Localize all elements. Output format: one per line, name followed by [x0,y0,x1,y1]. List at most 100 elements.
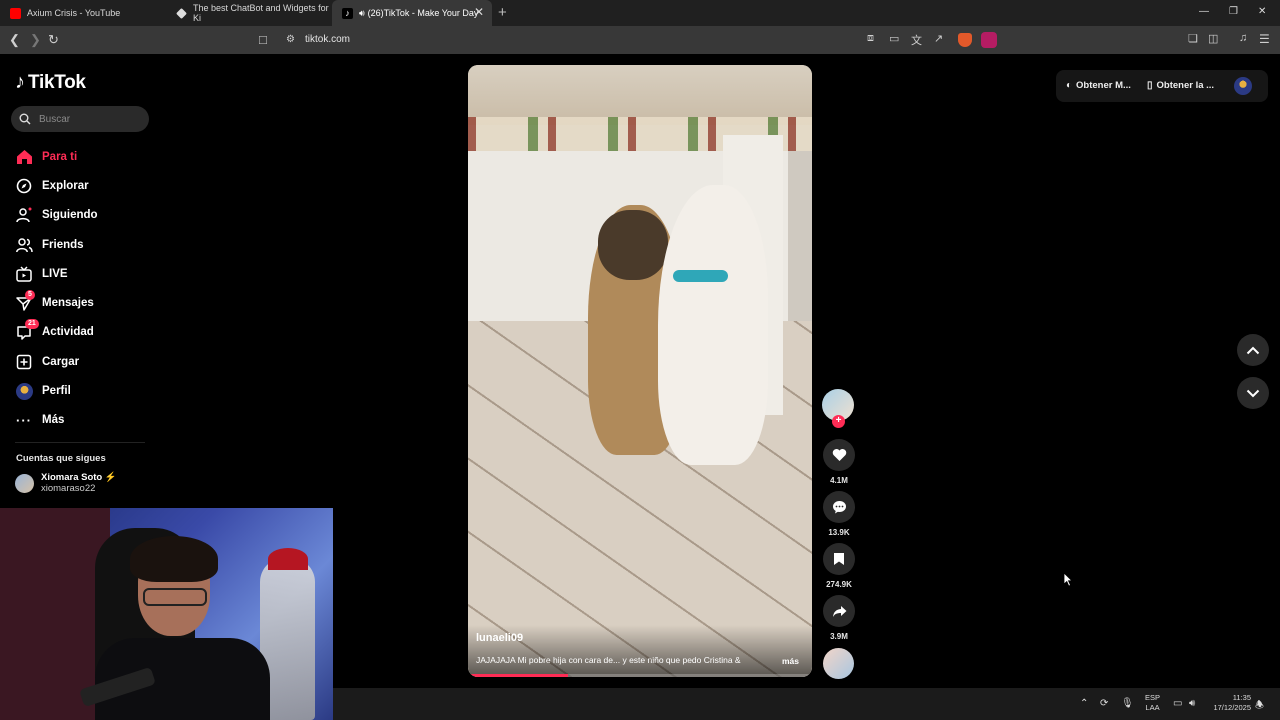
follow-plus-icon[interactable]: + [832,415,845,428]
media-icon[interactable]: ♫ [1239,32,1247,44]
close-window-icon[interactable]: ✕ [1258,6,1266,17]
brave-rewards-icon[interactable] [981,32,997,48]
extensions-icon[interactable]: ❏ [1188,32,1198,45]
video-dog-collar [673,270,728,282]
share-count: 3.9M [830,632,848,641]
friends-icon [15,236,33,254]
video-dog-white [658,185,768,465]
nav-item-mensajes[interactable]: 5 Mensajes [15,288,155,317]
browser-tab-strip: Axium Crisis - YouTube The best ChatBot … [0,0,1280,26]
sync-icon[interactable]: ⟳ [1100,698,1108,709]
translate-icon[interactable]: 文 [911,32,922,48]
restore-icon[interactable]: ❐ [1229,6,1238,17]
nav-label: Mensajes [42,297,94,310]
language-indicator[interactable]: ESP LAA [1145,693,1160,713]
activity-badge: 21 [25,319,39,330]
display-icon[interactable]: ▭ [1173,698,1182,709]
nav-label: LIVE [42,267,68,280]
minimize-icon[interactable]: — [1199,6,1209,17]
tiktok-logo[interactable]: ♪ TikTok [15,71,86,94]
activity-icon: 21 [15,319,39,341]
chevron-up-icon [1246,346,1260,354]
site-info-icon[interactable]: ⚙ [286,34,295,45]
video-counter-top [468,65,812,125]
share-button[interactable] [823,595,855,627]
music-disc[interactable] [823,648,854,679]
tiktok-note-icon: ♪ [15,71,25,93]
next-video-button[interactable] [1237,377,1269,409]
nav-item-siguiendo[interactable]: Siguiendo [15,201,155,230]
microphone-icon[interactable]: 🎙︎ [1121,698,1134,709]
address-bar[interactable]: tiktok.com [305,34,350,45]
tray-expand-icon[interactable]: ⌃ [1080,698,1088,709]
previous-video-button[interactable] [1237,334,1269,366]
comment-button[interactable] [823,491,855,523]
nav-label: Para ti [42,150,78,163]
coin-icon: ◐ [1066,80,1073,91]
nav-label: Cargar [42,355,80,368]
brave-shield-icon[interactable] [958,33,972,47]
heart-icon [832,449,846,461]
language-code: ESP [1145,693,1161,702]
webcam-overlay [0,508,333,720]
menu-icon[interactable]: ☰ [1259,32,1270,46]
nav-item-perfil[interactable]: Perfil [15,376,155,405]
messages-icon: 5 [15,290,35,312]
windows-taskbar: ⌃ ⟳ 🎙︎ ▭ 🔊︎ 🕭︎ [333,688,1280,720]
mouse-cursor-icon [1063,572,1073,587]
tab-chatbot[interactable]: The best ChatBot and Widgets for Ki [166,0,332,26]
user-avatar[interactable] [1234,77,1252,95]
video-username[interactable]: lunaeli09 [476,632,523,644]
more-icon: ··· [16,412,32,428]
pip-icon[interactable]: ⧈ [867,32,874,45]
search-input[interactable] [37,112,137,126]
search-box[interactable] [11,106,149,132]
save-count: 274.9K [826,580,852,589]
sidebar-toggle-icon[interactable]: ◫ [1208,32,1218,45]
following-account-item[interactable]: Xiomara Soto ⚡ xiomaraso22 [15,472,117,494]
nav-item-cargar[interactable]: Cargar [15,347,155,376]
close-tab-icon[interactable]: ✕ [474,5,484,19]
phone-icon: ▯ [1147,80,1153,91]
notification-icon[interactable]: 🕭︎ [1255,698,1264,715]
profile-avatar [15,382,33,400]
live-icon [15,265,33,283]
sidebar-divider [15,442,145,443]
nav-item-para-ti[interactable]: Para ti [15,142,155,171]
video-player[interactable]: lunaeli09 JAJAJAJA Mi pobre hija con car… [468,65,812,677]
webcam-hair [130,536,218,582]
reload-icon[interactable]: ↻ [48,32,59,48]
tab-youtube[interactable]: Axium Crisis - YouTube [0,0,166,26]
get-app-button[interactable]: ▯ Obtener la ... [1147,80,1214,91]
comment-count: 13.9K [828,528,850,537]
nav-label: Friends [42,238,84,251]
volume-icon[interactable]: 🔊︎ [1189,698,1195,709]
nav-item-actividad[interactable]: 21 Actividad [15,318,155,347]
nav-item-friends[interactable]: Friends [15,230,155,259]
youtube-icon [10,7,21,19]
taskbar-clock[interactable]: 11:35 17/12/2025 [1203,693,1251,713]
like-button[interactable] [823,439,855,471]
new-tab-button[interactable]: + [498,4,507,21]
nav-label: Siguiendo [42,209,98,222]
tab-tiktok[interactable]: ♪ 🔊︎ (26)TikTok - Make Your Day ✕ [332,0,492,26]
get-app-label: Obtener la ... [1156,80,1215,91]
video-progress-fill [468,674,568,677]
save-button[interactable] [823,543,855,575]
nav-item-live[interactable]: LIVE [15,259,155,288]
caption-more-link[interactable]: más [782,656,799,666]
nav-item-mas[interactable]: ··· Más [15,406,155,435]
cast-icon[interactable]: ▭ [889,32,899,45]
share-icon[interactable]: ↗ [934,32,943,45]
home-icon [15,148,33,166]
nav-item-explorar[interactable]: Explorar [15,171,155,200]
following-icon [15,206,33,224]
get-coins-button[interactable]: ◐ Obtener M... [1066,80,1131,91]
back-icon[interactable]: ❮ [9,32,20,48]
sidebar-nav: Para ti Explorar Siguiendo Friends LIVE … [15,142,155,435]
video-progress-bar[interactable] [468,674,812,677]
messages-badge: 5 [25,290,35,301]
search-icon [19,113,31,125]
bookmark-icon[interactable]: □ [259,32,267,47]
forward-icon[interactable]: ❯ [30,32,41,48]
